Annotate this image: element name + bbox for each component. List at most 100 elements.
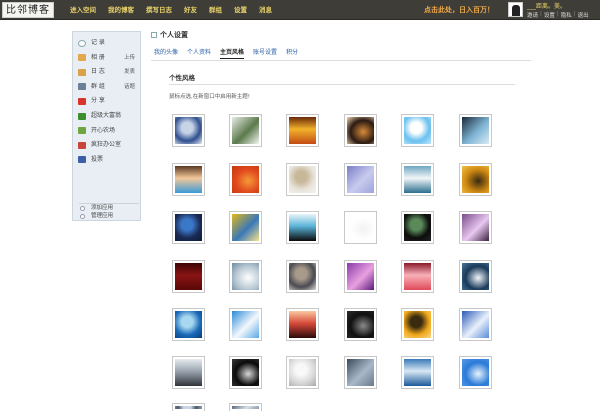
sidebar-item-label: 记 录	[91, 39, 105, 46]
theme-preview-image	[232, 311, 259, 338]
theme-preview-image	[232, 406, 259, 409]
tab-profile[interactable]: 个人资料	[187, 48, 211, 59]
sidebar-item-share[interactable]: 分 享	[73, 94, 140, 109]
tab-account-settings[interactable]: 账号设置	[253, 48, 277, 59]
sidebar-app-links: 添加应用 管理应用	[79, 203, 139, 220]
theme-thumbnail[interactable]	[286, 114, 319, 147]
add-app-link[interactable]: 添加应用	[79, 204, 139, 212]
avatar[interactable]	[508, 2, 523, 17]
theme-preview-image	[232, 214, 259, 241]
sidebar-item-action[interactable]: 上传	[124, 51, 135, 66]
sidebar-item-album[interactable]: 相 册 上传	[73, 51, 140, 66]
theme-thumbnail[interactable]	[286, 308, 319, 341]
theme-thumbnail[interactable]	[229, 403, 262, 411]
nav-messages[interactable]: 消息	[259, 0, 272, 20]
invite-link[interactable]: 邀请	[527, 11, 538, 19]
theme-preview-image	[347, 311, 374, 338]
theme-thumbnail[interactable]	[344, 308, 377, 341]
settings-tabs: 我的头像 个人资料 主页风格 账号设置 积分	[154, 48, 307, 59]
theme-thumbnail[interactable]	[172, 308, 205, 341]
promo-link[interactable]: 点击此处，日入百万！	[424, 0, 494, 20]
settings-link[interactable]: 设置	[544, 11, 555, 19]
theme-thumbnail[interactable]	[229, 163, 262, 196]
sidebar-item-vote[interactable]: 投票	[73, 153, 140, 168]
sidebar: 记 录相 册 上传日 志 发表群 组 话题分 享超级大富翁开心农场疯狂办公室投票 添加…	[72, 31, 141, 221]
sidebar-item-label: 分 享	[91, 97, 105, 105]
group-icon	[78, 83, 86, 91]
section-title: 个性风格	[169, 74, 195, 82]
sidebar-item-groups[interactable]: 群 组 话题	[73, 80, 140, 95]
theme-preview-image	[175, 359, 202, 386]
theme-thumbnail[interactable]	[286, 163, 319, 196]
vote-icon	[78, 156, 86, 164]
sidebar-item-label: 超级大富翁	[91, 111, 122, 119]
theme-thumbnail[interactable]	[229, 114, 262, 147]
tab-points[interactable]: 积分	[286, 48, 298, 59]
sidebar-item-journal[interactable]: 日 志 发表	[73, 65, 140, 80]
theme-thumbnail[interactable]	[229, 356, 262, 389]
top-bar: 比邻博客 进入空间 我的博客 撰写日志 好友 群组 设置 消息 点击此处，日入百…	[0, 0, 600, 20]
nav-settings[interactable]: 设置	[234, 0, 247, 20]
theme-thumbnail[interactable]	[172, 356, 205, 389]
theme-thumbnail[interactable]	[229, 308, 262, 341]
privacy-link[interactable]: 隐私	[561, 11, 572, 19]
theme-thumbnail[interactable]	[401, 308, 434, 341]
theme-preview-image	[347, 214, 374, 241]
theme-preview-image	[404, 117, 431, 144]
sidebar-item-record[interactable]: 记 录	[73, 36, 140, 51]
avatar-figure-icon	[512, 5, 520, 16]
theme-thumbnail[interactable]	[172, 211, 205, 244]
theme-preview-image	[175, 406, 202, 409]
nav-my-blog[interactable]: 我的博客	[108, 0, 134, 20]
theme-preview-image	[232, 359, 259, 386]
tab-homepage-style[interactable]: 主页风格	[220, 48, 245, 59]
theme-thumbnail[interactable]	[344, 260, 377, 293]
theme-thumbnail[interactable]	[401, 356, 434, 389]
sidebar-item-action[interactable]: 发表	[124, 65, 135, 80]
theme-preview-image	[347, 117, 374, 144]
site-logo[interactable]: 比邻博客	[2, 2, 54, 18]
theme-thumbnail[interactable]	[344, 211, 377, 244]
theme-thumbnail[interactable]	[172, 403, 205, 411]
theme-thumbnail[interactable]	[459, 211, 492, 244]
bullet-icon	[80, 205, 85, 211]
nav-enter-space[interactable]: 进入空间	[70, 0, 96, 20]
theme-thumbnail[interactable]	[172, 114, 205, 147]
theme-thumbnail[interactable]	[401, 211, 434, 244]
theme-thumbnail[interactable]	[459, 356, 492, 389]
settings-icon	[151, 32, 157, 38]
nav-write-journal[interactable]: 撰写日志	[146, 0, 172, 20]
theme-thumbnail[interactable]	[401, 260, 434, 293]
sidebar-item-farm[interactable]: 开心农场	[73, 124, 140, 139]
theme-thumbnail[interactable]	[459, 308, 492, 341]
tab-my-avatar[interactable]: 我的头像	[154, 48, 178, 59]
theme-thumbnail[interactable]	[172, 163, 205, 196]
user-name[interactable]: ___距离。美。	[527, 1, 566, 10]
theme-thumbnail[interactable]	[286, 260, 319, 293]
sidebar-item-label: 疯狂办公室	[91, 141, 122, 149]
theme-thumbnail[interactable]	[229, 211, 262, 244]
nav-groups[interactable]: 群组	[209, 0, 222, 20]
theme-thumbnail[interactable]	[459, 163, 492, 196]
sidebar-item-office[interactable]: 疯狂办公室	[73, 138, 140, 153]
theme-thumbnail[interactable]	[344, 356, 377, 389]
theme-thumbnail[interactable]	[459, 260, 492, 293]
sidebar-item-monopoly[interactable]: 超级大富翁	[73, 109, 140, 124]
theme-thumbnail[interactable]	[401, 163, 434, 196]
link-separator: |	[556, 11, 559, 17]
monopoly-icon	[78, 112, 86, 120]
sidebar-item-action[interactable]: 话题	[124, 80, 135, 95]
theme-thumbnail[interactable]	[229, 260, 262, 293]
record-icon	[78, 39, 86, 47]
theme-thumbnail[interactable]	[459, 114, 492, 147]
logout-link[interactable]: 退出	[578, 11, 589, 19]
theme-thumbnail[interactable]	[344, 163, 377, 196]
theme-preview-image	[404, 166, 431, 193]
manage-apps-link[interactable]: 管理应用	[79, 212, 139, 220]
theme-thumbnail[interactable]	[344, 114, 377, 147]
theme-thumbnail[interactable]	[286, 356, 319, 389]
theme-thumbnail[interactable]	[172, 260, 205, 293]
theme-thumbnail[interactable]	[401, 114, 434, 147]
nav-friends[interactable]: 好友	[184, 0, 197, 20]
theme-thumbnail[interactable]	[286, 211, 319, 244]
